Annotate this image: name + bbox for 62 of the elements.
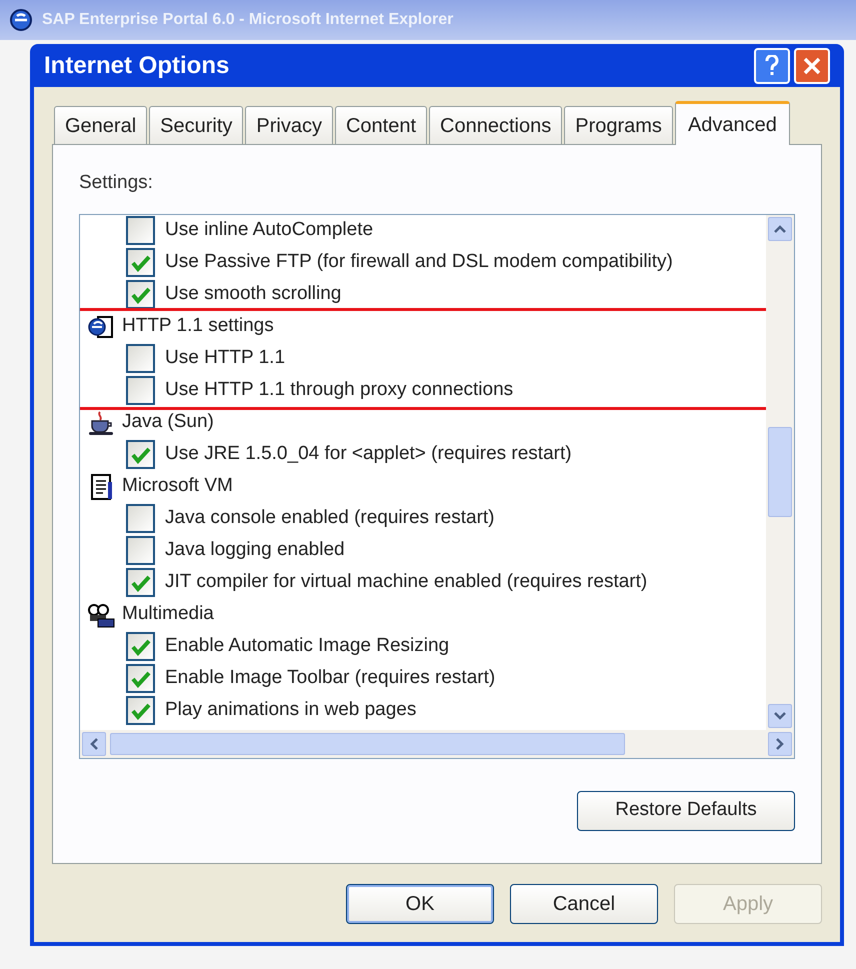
scroll-up-button[interactable] <box>768 216 792 240</box>
checkbox[interactable] <box>126 216 155 245</box>
window-title: Internet Options <box>44 50 230 80</box>
scroll-left-button[interactable] <box>82 732 106 756</box>
scrollbar-thumb[interactable] <box>110 732 625 754</box>
scrollbar-thumb[interactable] <box>768 427 792 517</box>
setting-label: JIT compiler for virtual machine enabled (requires restart) <box>165 570 648 594</box>
dialog-button[interactable]: Cancel <box>510 884 658 924</box>
multimedia-icon <box>86 602 116 628</box>
setting-label: Use Passive FTP (for firewall and DSL modem compatibility) <box>165 250 673 274</box>
tab[interactable]: Connections <box>429 106 562 144</box>
checkbox[interactable] <box>126 248 155 277</box>
tab[interactable]: General <box>54 106 148 144</box>
checkbox[interactable] <box>126 664 155 693</box>
setting-label: Play animations in web pages <box>165 698 416 722</box>
checkbox[interactable] <box>126 280 155 309</box>
checkbox[interactable] <box>126 696 155 725</box>
coffee-cup-icon <box>86 410 116 436</box>
group-heading: Java (Sun) <box>122 410 214 434</box>
setting-label: Java console enabled (requires restart) <box>165 506 495 530</box>
setting-label: Enable Automatic Image Resizing <box>165 634 450 658</box>
setting-label: Enable Image Toolbar (requires restart) <box>165 666 496 690</box>
check-icon <box>130 574 150 592</box>
settings-label: Settings: <box>79 171 154 195</box>
question-mark-icon <box>764 54 780 76</box>
setting-label: Use HTTP 1.1 <box>165 346 286 370</box>
group-heading: Microsoft VM <box>122 474 233 498</box>
vertical-scrollbar[interactable] <box>766 214 794 730</box>
close-button[interactable] <box>794 48 830 84</box>
setting-label: Java logging enabled <box>165 538 345 562</box>
setting-label: Use HTTP 1.1 through proxy connections <box>165 378 514 402</box>
checkbox[interactable] <box>126 568 155 597</box>
check-icon <box>130 254 150 272</box>
checkbox[interactable] <box>126 440 155 469</box>
horizontal-scrollbar[interactable] <box>80 730 794 758</box>
tab[interactable]: Advanced <box>674 101 790 145</box>
check-icon <box>130 286 150 304</box>
checkbox[interactable] <box>126 376 155 405</box>
close-icon <box>802 56 822 76</box>
tab[interactable]: Content <box>334 106 428 144</box>
check-icon <box>130 446 150 464</box>
dialog-button[interactable]: OK <box>346 884 494 924</box>
tab[interactable]: Privacy <box>245 106 333 144</box>
group-heading: Multimedia <box>122 602 214 626</box>
group-heading: HTTP 1.1 settings <box>122 314 274 338</box>
background-window-title: SAP Enterprise Portal 6.0 - Microsoft Internet Explorer <box>42 10 454 30</box>
setting-label: Use inline AutoComplete <box>165 218 374 242</box>
checkbox[interactable] <box>126 536 155 565</box>
check-icon <box>130 638 150 656</box>
setting-label: Use smooth scrolling <box>165 282 342 306</box>
scroll-down-button[interactable] <box>768 704 792 728</box>
setting-label: Use JRE 1.5.0_04 for <applet> (requires restart) <box>165 442 572 466</box>
help-button[interactable] <box>754 48 790 84</box>
check-icon <box>130 670 150 688</box>
checkbox[interactable] <box>126 344 155 373</box>
tab[interactable]: Programs <box>564 106 673 144</box>
check-icon <box>130 702 150 720</box>
restore-defaults-button[interactable]: Restore Defaults <box>577 790 795 830</box>
checkbox[interactable] <box>126 504 155 533</box>
tab[interactable]: Security <box>149 106 244 144</box>
checkbox[interactable] <box>126 632 155 661</box>
scroll-right-button[interactable] <box>768 732 792 756</box>
